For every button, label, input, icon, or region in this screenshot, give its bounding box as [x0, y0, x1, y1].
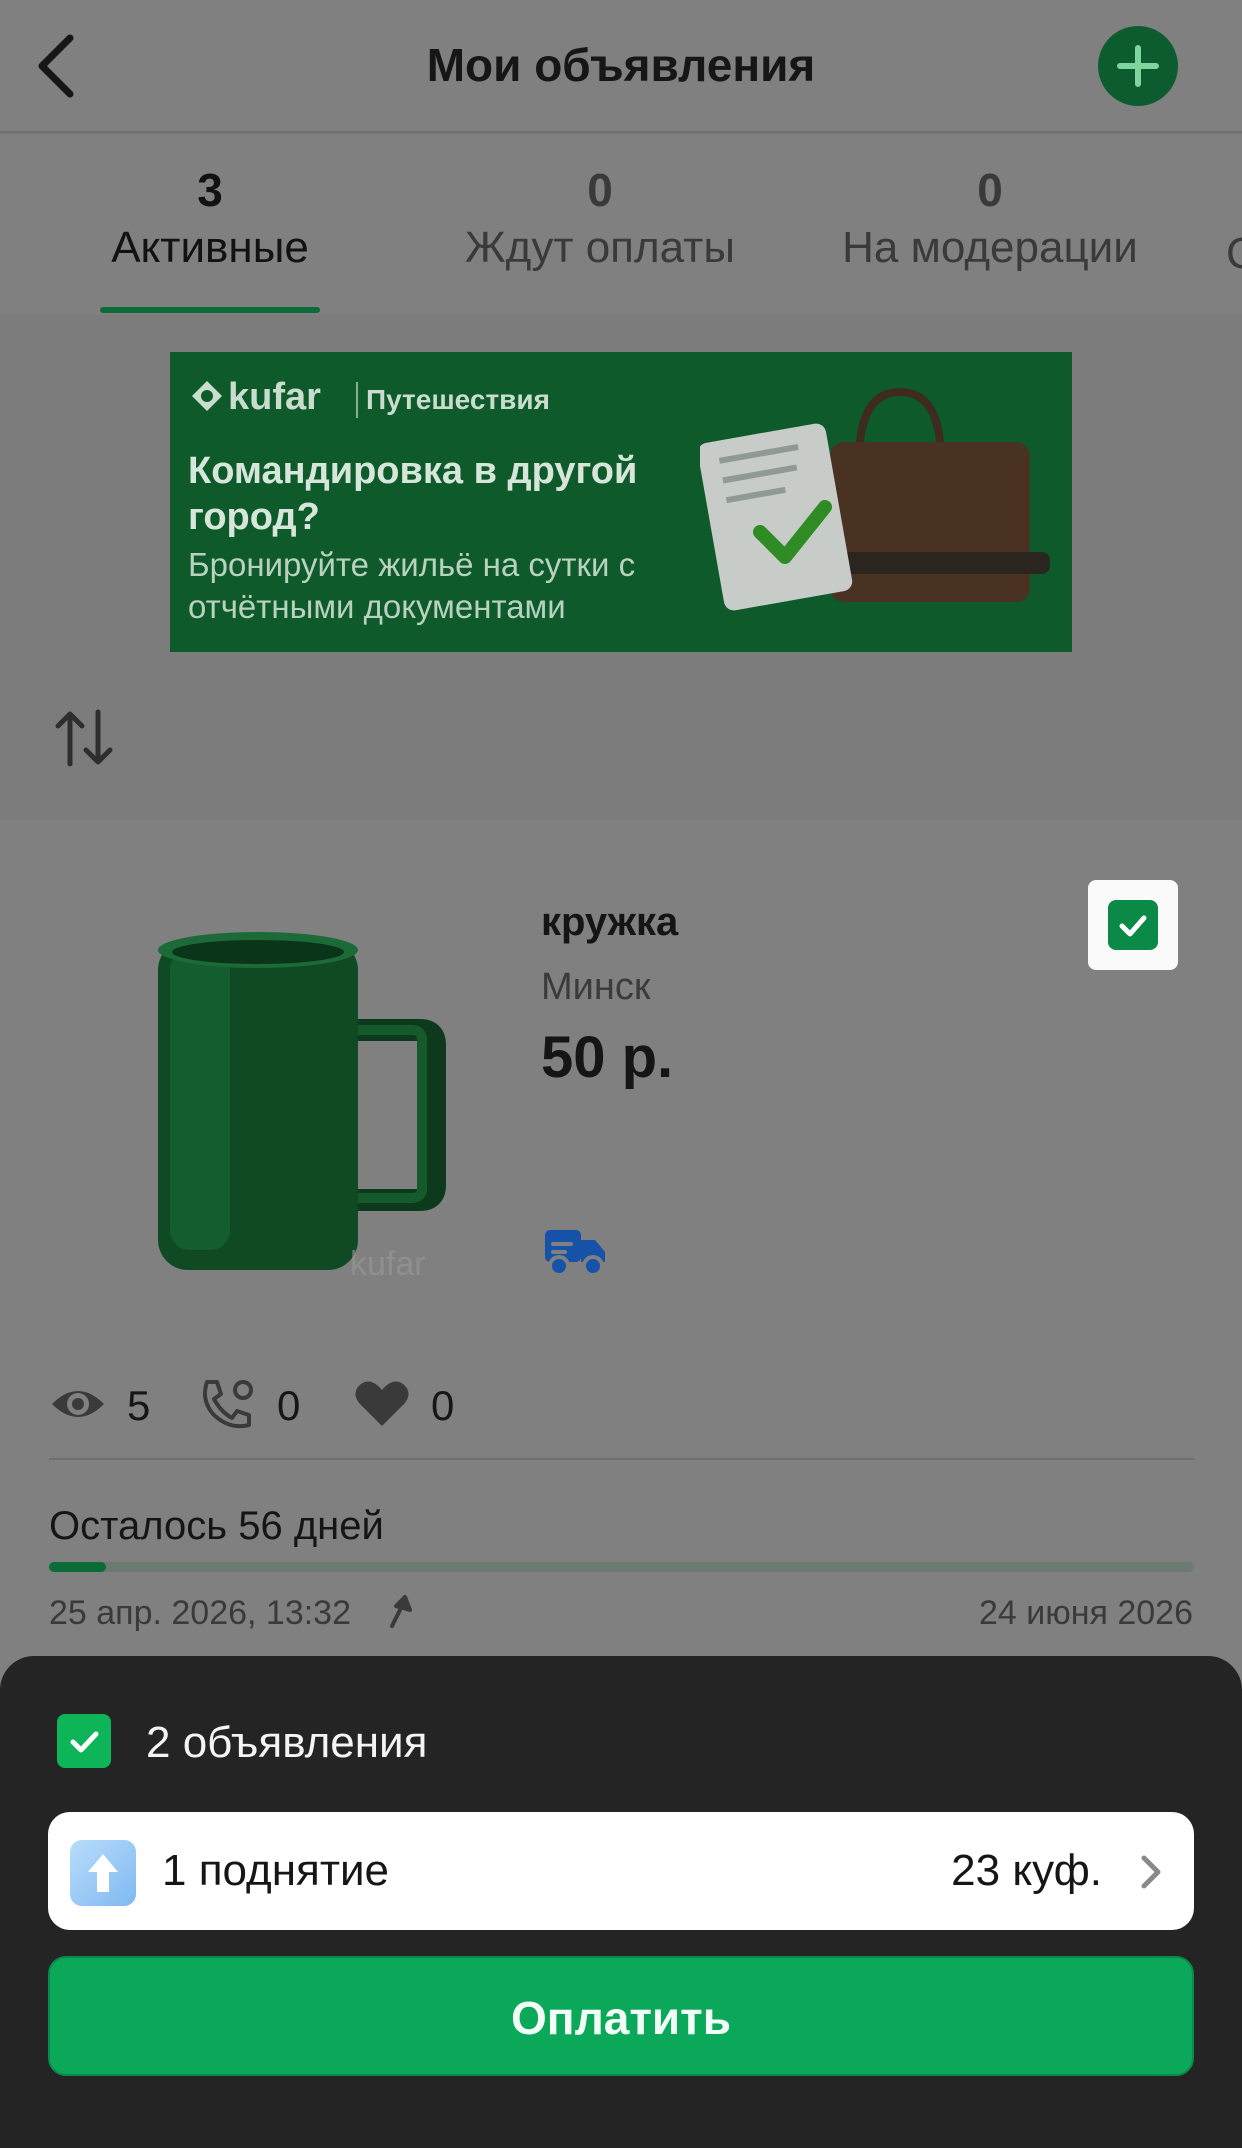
banner-headline: Командировка в другой город? [188, 450, 638, 538]
check-icon [1119, 915, 1147, 937]
tab-label: Активные [111, 223, 309, 272]
date-start: 25 апр. 2026, 13:32 [49, 1594, 351, 1632]
calls-stat: 0 [199, 1378, 309, 1434]
listing-photo[interactable]: kufar [150, 920, 480, 1300]
listing-checkbox[interactable] [1088, 880, 1178, 970]
watermark: kufar [350, 1245, 426, 1283]
banner-brand: kufar [190, 376, 321, 419]
listing-price: 50 р. [541, 1025, 674, 1090]
chevron-right-icon [1141, 1855, 1161, 1889]
top-bar: Мои объявления [0, 0, 1242, 133]
tab-indicator [100, 307, 320, 313]
tab-label: Ждут оплаты [465, 223, 735, 272]
tab-awaiting-payment[interactable]: 0 Ждут оплаты [440, 163, 760, 273]
remaining-days: Осталось 56 дней [49, 1504, 384, 1548]
views-count: 5 [127, 1382, 151, 1429]
tab-count: 3 [197, 164, 223, 216]
checkbox-checked [1108, 900, 1158, 950]
days-progress-fill [49, 1562, 107, 1572]
boost-label: 1 поднятие [162, 1846, 390, 1895]
sort-icon[interactable] [52, 708, 116, 768]
calls-count: 0 [277, 1382, 301, 1429]
phone-icon [203, 1380, 253, 1429]
listing-title[interactable]: кружка [541, 900, 678, 945]
kufar-logo-icon [192, 381, 222, 411]
selected-count: 2 объявления [146, 1718, 428, 1767]
pay-button[interactable]: Оплатить [48, 1956, 1194, 2076]
ad-banner[interactable]: kufar Путешествия Командировка в другой … [170, 352, 1072, 652]
boost-icon [70, 1840, 136, 1906]
document-bag-illustration [700, 387, 1050, 611]
boost-option-row[interactable]: 1 поднятие 23 куф. [48, 1812, 1194, 1930]
tab-moderation[interactable]: 0 На модерации [820, 163, 1160, 273]
brand-divider [356, 382, 358, 418]
check-icon [70, 1731, 99, 1753]
page-title: Мои объявления [426, 39, 816, 91]
listing-city: Минск [541, 966, 651, 1008]
heart-icon [355, 1381, 409, 1426]
favorites-stat: 0 [353, 1378, 463, 1434]
eye-icon [52, 1391, 104, 1417]
views-stat: 5 [49, 1378, 159, 1434]
favorites-count: 0 [431, 1382, 455, 1429]
boost-price: 23 куф. [951, 1846, 1102, 1895]
tab-label: На модерации [842, 223, 1138, 272]
status-tabs: 3 Активные 0 Ждут оплаты 0 На модерации … [0, 135, 1242, 315]
tab-count: 0 [977, 164, 1003, 216]
boost-arrow-icon [390, 1595, 412, 1628]
plus-icon [1117, 45, 1159, 87]
divider [49, 1458, 1194, 1460]
banner-text: Бронируйте жильё на сутки с отчётными до… [188, 546, 636, 625]
add-listing-button[interactable] [1098, 26, 1178, 106]
delivery-truck-icon [545, 1230, 605, 1277]
banner-brand-sub: Путешествия [366, 384, 550, 415]
tab-count: 0 [587, 164, 613, 216]
tab-active[interactable]: 3 Активные [100, 163, 320, 273]
days-progress [49, 1562, 1194, 1572]
tab-partial[interactable]: С [1226, 229, 1242, 279]
select-all-checkbox[interactable] [57, 1714, 111, 1768]
date-end: 24 июня 2026 [978, 1594, 1193, 1632]
